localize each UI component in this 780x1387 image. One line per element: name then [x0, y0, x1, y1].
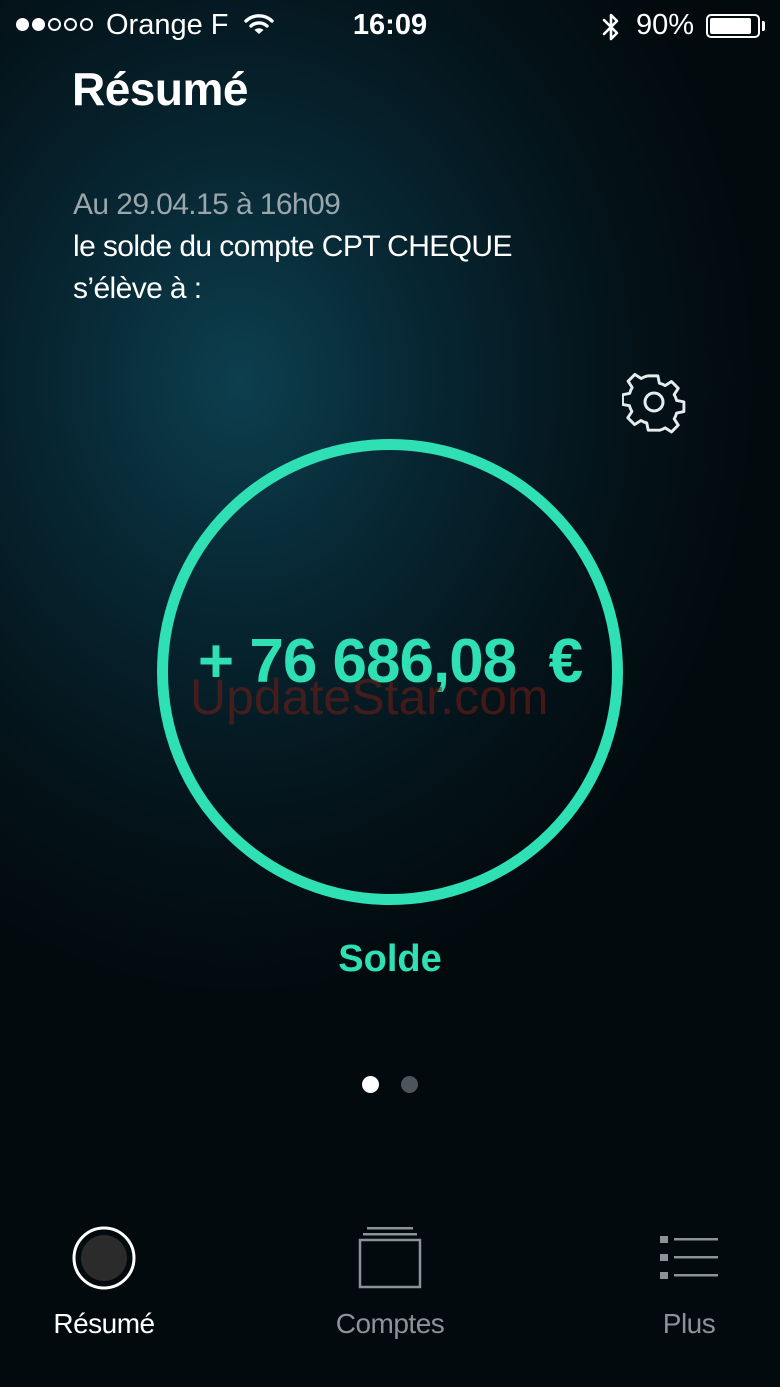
tab-resume-label: Résumé [53, 1308, 155, 1339]
list-icon [589, 1222, 780, 1294]
bluetooth-icon [600, 11, 622, 48]
tab-comptes-label: Comptes [335, 1308, 445, 1339]
status-bar: Orange F 16:09 90% [0, 0, 780, 54]
battery-icon [706, 14, 760, 38]
page-dot-1[interactable] [362, 1076, 379, 1093]
battery-percent: 90% [636, 9, 695, 41]
tab-plus-label: Plus [662, 1308, 716, 1339]
tab-plus[interactable]: Plus [589, 1222, 780, 1340]
watermark-text: UpdateStar.com [190, 669, 549, 725]
stacked-cards-icon [290, 1222, 490, 1294]
summary-account-line: le solde du compte CPT CHEQUE [73, 230, 513, 263]
page-title: Résumé [72, 63, 248, 115]
settings-gear-icon[interactable] [621, 370, 686, 434]
balance-summary: Au 29.04.15 à 16h09 le solde du compte C… [73, 184, 513, 310]
tab-comptes[interactable]: Comptes [290, 1222, 490, 1340]
balance-label: Solde [338, 938, 442, 980]
circle-icon [4, 1222, 204, 1294]
summary-suffix-line: s’élève à : [73, 272, 202, 305]
page-indicator[interactable] [362, 1076, 418, 1093]
tab-resume[interactable]: Résumé [4, 1222, 204, 1340]
battery-tip [762, 21, 765, 31]
page-dot-2[interactable] [401, 1076, 418, 1093]
summary-date: Au 29.04.15 à 16h09 [73, 188, 341, 221]
